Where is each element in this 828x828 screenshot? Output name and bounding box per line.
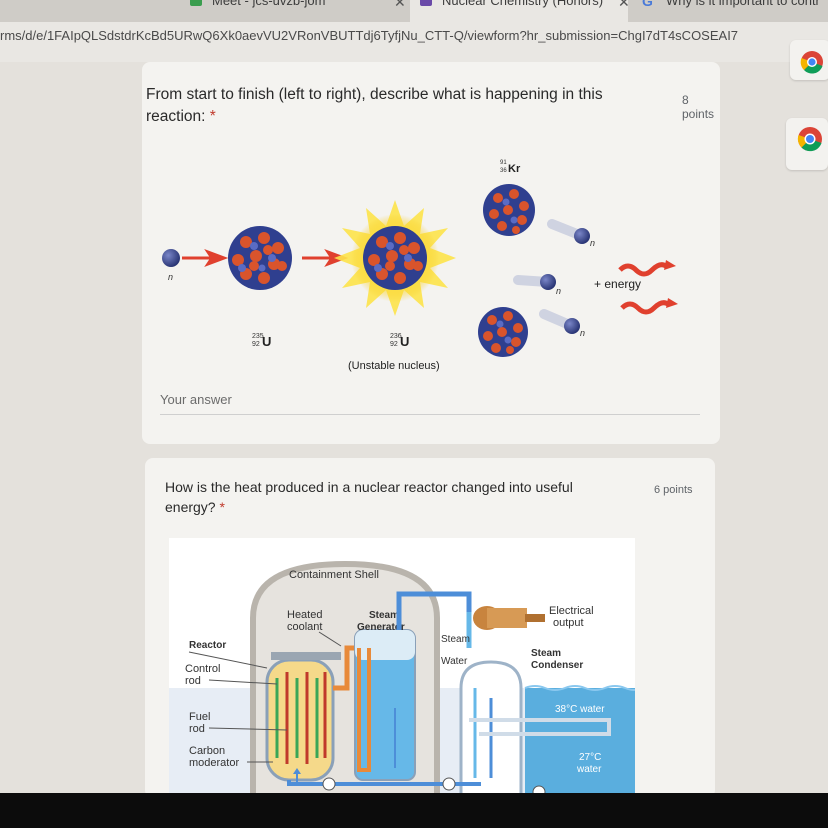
svg-text:Steam: Steam (531, 648, 561, 659)
meet-icon (190, 0, 202, 6)
address-bar: rms/d/e/1FAIpQLSdstdrKcBd5URwQ6Xk0aevVU2… (0, 22, 828, 62)
svg-text:Water: Water (441, 656, 468, 667)
required-asterisk: * (209, 108, 216, 125)
close-tab-icon[interactable]: ✕ (618, 0, 630, 9)
tab-label: Nuclear Chemistry (Honors) (442, 0, 604, 8)
tab-why-important[interactable]: G Why is it important to contr (632, 0, 828, 22)
question-2-points: 6 points (654, 484, 693, 496)
energy-label: + energy (594, 277, 641, 291)
u235-label: U (262, 334, 271, 349)
neutron-icon: n (513, 274, 561, 296)
svg-text:Condenser: Condenser (531, 660, 583, 671)
ba-nucleus-icon (478, 307, 528, 357)
google-icon: G (642, 0, 653, 9)
svg-text:n: n (590, 238, 595, 248)
svg-text:Steam: Steam (441, 634, 470, 645)
answer-underline (160, 414, 700, 415)
svg-text:n: n (580, 328, 585, 338)
svg-text:water: water (576, 764, 602, 775)
svg-text:36: 36 (500, 168, 507, 174)
tab-label: Meet - jcs-uvzb-jom (212, 0, 326, 8)
svg-text:91: 91 (500, 160, 507, 166)
energy-wave-icon (620, 300, 670, 315)
svg-text:Fuel: Fuel (189, 711, 210, 723)
svg-text:Carbon: Carbon (189, 745, 225, 757)
tab-meet[interactable]: Meet - jcs-uvzb-jom ✕ (180, 0, 408, 22)
question-1-points: 8 points (682, 93, 715, 121)
question-card-2: How is the heat produced in a nuclear re… (145, 458, 715, 798)
pump-icon (442, 777, 456, 791)
close-tab-icon[interactable]: ✕ (394, 0, 406, 9)
required-asterisk: * (219, 499, 225, 515)
u236-label: U (400, 334, 409, 349)
neutron-icon: n (539, 309, 585, 338)
unstable-nucleus-caption: (Unstable nucleus) (348, 360, 440, 372)
arrow-icon (182, 248, 229, 268)
reactor-label: Reactor (189, 640, 226, 651)
svg-text:coolant: coolant (287, 621, 322, 633)
svg-text:Control: Control (185, 663, 220, 675)
containment-label: Containment Shell (289, 569, 379, 581)
svg-text:Steam: Steam (369, 610, 399, 621)
svg-text:92: 92 (252, 341, 260, 348)
chrome-extension-button[interactable] (786, 118, 828, 170)
energy-wave-icon (618, 262, 668, 277)
question-2-title: How is the heat produced in a nuclear re… (165, 479, 573, 515)
svg-text:rod: rod (185, 675, 201, 687)
question-1-title: From start to finish (left to right), de… (146, 86, 603, 125)
pump-icon (322, 777, 336, 791)
fission-diagram: n 235 92 U 236 92 U (Unstable nucleus) 9… (162, 160, 678, 372)
neutron-icon (162, 249, 180, 267)
answer-input[interactable]: Your answer (160, 392, 232, 407)
neutron-icon: n (547, 219, 595, 248)
svg-text:rod: rod (189, 723, 205, 735)
chrome-extension-button[interactable] (790, 40, 828, 80)
control-rod-assembly (271, 652, 341, 660)
svg-text:moderator: moderator (189, 757, 239, 769)
question-card-1: From start to finish (left to right), de… (142, 62, 720, 444)
svg-text:Electrical: Electrical (549, 605, 594, 617)
svg-text:Heated: Heated (287, 609, 322, 621)
u235-nucleus-icon (228, 226, 292, 290)
kr-label: Kr (508, 163, 521, 175)
u236-nucleus-icon (363, 226, 427, 290)
forms-icon (420, 0, 432, 6)
svg-text:output: output (553, 617, 584, 629)
tab-label: Why is it important to contr (666, 0, 820, 8)
chrome-icon (797, 127, 822, 152)
svg-text:27°C: 27°C (579, 752, 601, 763)
svg-text:92: 92 (390, 341, 398, 348)
url-text[interactable]: rms/d/e/1FAIpQLSdstdrKcBd5URwQ6Xk0aevVU2… (0, 28, 790, 43)
bottom-dark-bar (0, 793, 828, 828)
chrome-icon (800, 51, 823, 74)
reactor-diagram: Containment Shell Heated coolant Steam G… (169, 538, 635, 798)
neutron-label: n (168, 272, 173, 282)
svg-text:38°C water: 38°C water (555, 704, 605, 715)
tab-nuclear-chemistry[interactable]: Nuclear Chemistry (Honors) ✕ (410, 0, 630, 22)
svg-text:n: n (556, 286, 561, 296)
browser-tab-strip: Meet - jcs-uvzb-jom ✕ Nuclear Chemistry … (0, 0, 828, 22)
kr-nucleus-icon (483, 184, 535, 236)
